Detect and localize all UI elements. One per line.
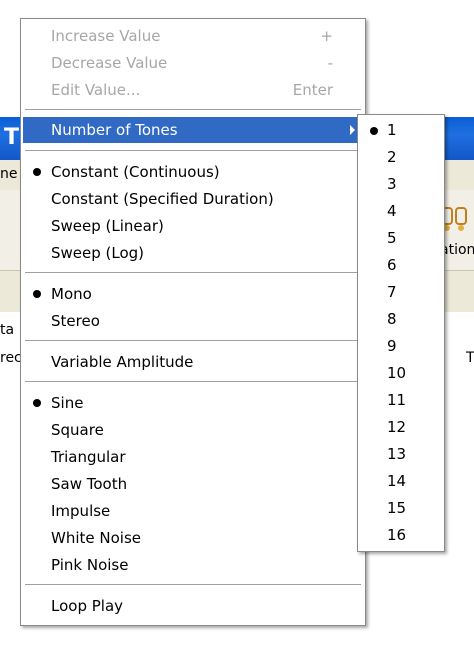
background-toolbar-label: ation xyxy=(440,242,474,258)
menu-item-saw-tooth[interactable]: Saw Tooth xyxy=(23,471,363,497)
background-column-header: ta xyxy=(0,322,15,338)
menu-item-pink-noise[interactable]: Pink Noise xyxy=(23,552,363,578)
radio-bullet-icon xyxy=(33,399,41,407)
menu-item-white-noise[interactable]: White Noise xyxy=(23,525,363,551)
submenu-item-tones[interactable]: 5 xyxy=(360,225,442,252)
submenu-item-tones[interactable]: 16 xyxy=(360,522,442,549)
menu-item-square[interactable]: Square xyxy=(23,417,363,443)
submenu-item-tones[interactable]: 2 xyxy=(360,144,442,171)
menu-separator xyxy=(25,340,361,342)
submenu-item-tones[interactable]: 4 xyxy=(360,198,442,225)
menu-item-triangular[interactable]: Triangular xyxy=(23,444,363,470)
menu-item-number-of-tones[interactable]: Number of Tones xyxy=(23,117,363,143)
submenu-item-tones[interactable]: 6 xyxy=(360,252,442,279)
submenu-item-tones[interactable]: 1 xyxy=(360,117,442,144)
submenu-arrow-icon xyxy=(350,125,355,135)
menu-item-mono[interactable]: Mono xyxy=(23,281,363,307)
menu-item-constant-specified-duration[interactable]: Constant (Specified Duration) xyxy=(23,186,363,212)
menu-item-variable-amplitude[interactable]: Variable Amplitude xyxy=(23,349,363,375)
radio-bullet-icon xyxy=(33,168,41,176)
menu-item-sweep-log[interactable]: Sweep (Log) xyxy=(23,240,363,266)
context-menu: Increase Value + Decrease Value - Edit V… xyxy=(20,18,366,626)
menu-item-decrease-value[interactable]: Decrease Value - xyxy=(23,50,363,76)
background-cell-text-right: T xyxy=(466,350,474,366)
submenu-item-tones[interactable]: 14 xyxy=(360,468,442,495)
menu-separator xyxy=(25,584,361,586)
background-title-text: T xyxy=(4,125,20,150)
submenu-item-tones[interactable]: 7 xyxy=(360,279,442,306)
radio-bullet-icon xyxy=(370,127,378,135)
menu-item-increase-value[interactable]: Increase Value + xyxy=(23,23,363,49)
menu-item-impulse[interactable]: Impulse xyxy=(23,498,363,524)
menu-item-stereo[interactable]: Stereo xyxy=(23,308,363,334)
accelerator-minus: - xyxy=(327,54,333,72)
menu-separator xyxy=(25,109,361,111)
submenu-item-tones[interactable]: 3 xyxy=(360,171,442,198)
submenu-item-tones[interactable]: 10 xyxy=(360,360,442,387)
submenu-item-tones[interactable]: 13 xyxy=(360,441,442,468)
submenu-item-tones[interactable]: 11 xyxy=(360,387,442,414)
number-of-tones-submenu: 1 2 3 4 5 6 7 8 9 10 11 12 13 14 15 16 xyxy=(357,114,445,552)
background-strip-text: ne xyxy=(0,166,18,182)
submenu-item-tones[interactable]: 9 xyxy=(360,333,442,360)
submenu-item-tones[interactable]: 15 xyxy=(360,495,442,522)
menu-item-sine[interactable]: Sine xyxy=(23,390,363,416)
menu-separator xyxy=(25,381,361,383)
submenu-item-tones[interactable]: 8 xyxy=(360,306,442,333)
menu-separator xyxy=(25,272,361,274)
menu-item-sweep-linear[interactable]: Sweep (Linear) xyxy=(23,213,363,239)
submenu-item-tones[interactable]: 12 xyxy=(360,414,442,441)
radio-bullet-icon xyxy=(33,290,41,298)
background-cell-text: rec xyxy=(0,350,22,366)
menu-item-loop-play[interactable]: Loop Play xyxy=(23,593,363,619)
accelerator-plus: + xyxy=(320,27,333,45)
menu-separator xyxy=(25,150,361,152)
accelerator-enter: Enter xyxy=(292,81,333,99)
menu-item-edit-value[interactable]: Edit Value... Enter xyxy=(23,77,363,103)
menu-item-constant-continuous[interactable]: Constant (Continuous) xyxy=(23,159,363,185)
